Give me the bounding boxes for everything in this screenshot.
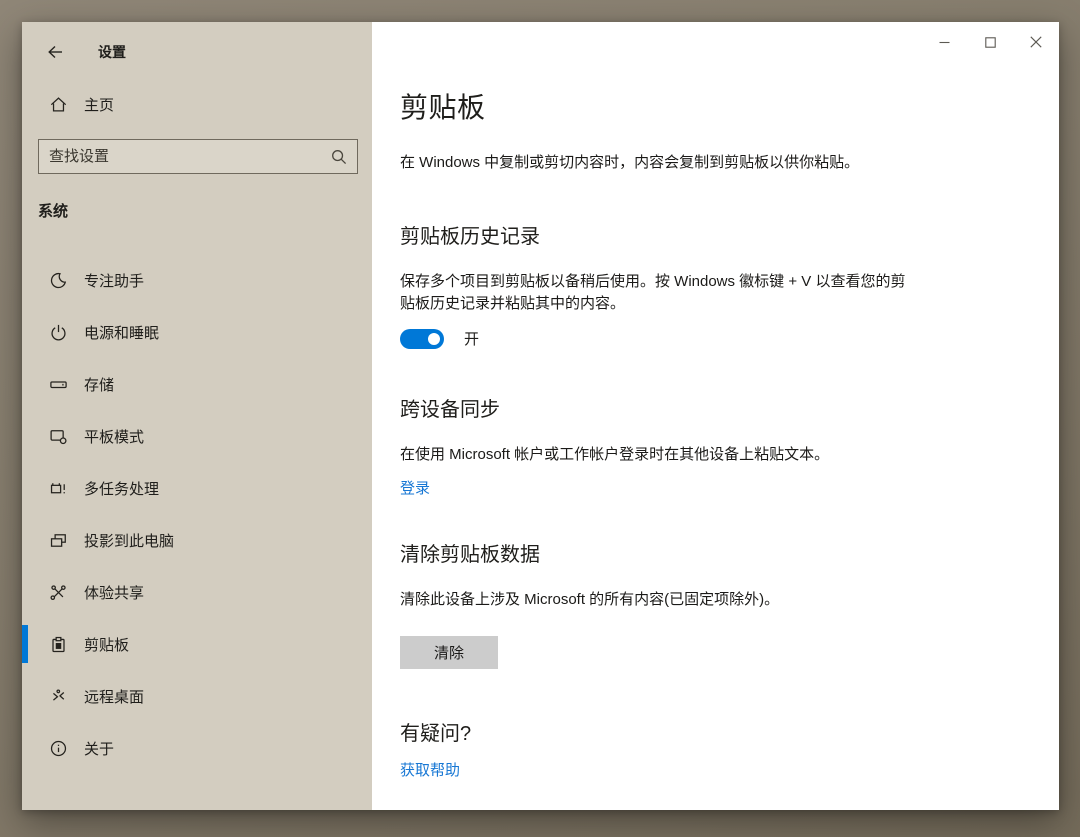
sign-in-link[interactable]: 登录 xyxy=(400,477,430,498)
sidebar-titlebar: 设置 xyxy=(22,22,372,82)
sidebar-item-label: 关于 xyxy=(84,738,114,759)
sidebar-item-shared-experiences[interactable]: 体验共享 xyxy=(22,566,372,618)
sidebar-item-label: 剪贴板 xyxy=(84,634,129,655)
toggle-knob xyxy=(428,333,440,345)
sidebar-item-label: 主页 xyxy=(84,94,114,115)
sidebar-item-label: 平板模式 xyxy=(84,426,144,447)
sidebar-item-label: 存储 xyxy=(84,374,114,395)
section-title-help: 有疑问? xyxy=(400,717,1019,746)
share-icon xyxy=(48,582,68,602)
sidebar: 设置 主页 系统 专注助手 xyxy=(22,22,372,810)
sidebar-item-power-sleep[interactable]: 电源和睡眠 xyxy=(22,306,372,358)
minimize-button[interactable] xyxy=(921,22,967,62)
sidebar-item-multitasking[interactable]: 多任务处理 xyxy=(22,462,372,514)
clipboard-icon xyxy=(48,634,68,654)
search-input[interactable] xyxy=(39,140,357,173)
sidebar-item-label: 投影到此电脑 xyxy=(84,530,174,551)
sidebar-item-clipboard[interactable]: 剪贴板 xyxy=(22,618,372,670)
maximize-icon xyxy=(985,37,996,48)
section-title-clipboard-history: 剪贴板历史记录 xyxy=(400,220,1019,249)
remote-desktop-icon xyxy=(48,686,68,706)
main-content: 剪贴板 在 Windows 中复制或剪切内容时，内容会复制到剪贴板以供你粘贴。 … xyxy=(372,22,1059,810)
clear-button[interactable]: 清除 xyxy=(400,636,498,669)
sidebar-item-label: 多任务处理 xyxy=(84,478,159,499)
sidebar-item-label: 远程桌面 xyxy=(84,686,144,707)
search-box xyxy=(38,139,358,174)
home-icon xyxy=(48,94,68,114)
page-title: 剪贴板 xyxy=(400,86,1019,126)
clipboard-history-toggle-row: 开 xyxy=(400,328,1019,349)
section-title-clear: 清除剪贴板数据 xyxy=(400,538,1019,567)
drive-icon xyxy=(48,374,68,394)
maximize-button[interactable] xyxy=(967,22,1013,62)
minimize-icon xyxy=(939,37,950,48)
sidebar-item-projecting[interactable]: 投影到此电脑 xyxy=(22,514,372,566)
toggle-state-label: 开 xyxy=(464,328,479,349)
sidebar-item-tablet-mode[interactable]: 平板模式 xyxy=(22,410,372,462)
window-controls xyxy=(921,22,1059,62)
clipboard-history-toggle[interactable] xyxy=(400,329,444,349)
sidebar-item-about[interactable]: 关于 xyxy=(22,722,372,774)
sidebar-nav: 专注助手 电源和睡眠 存储 平板模式 xyxy=(22,254,372,774)
power-icon xyxy=(48,322,68,342)
clipboard-history-description: 保存多个项目到剪贴板以备稍后使用。按 Windows 徽标键 + V 以查看您的… xyxy=(400,271,920,315)
back-button[interactable] xyxy=(40,37,70,67)
sidebar-item-label: 体验共享 xyxy=(84,582,144,603)
sidebar-item-home[interactable]: 主页 xyxy=(22,82,372,126)
close-icon xyxy=(1030,36,1042,48)
clear-description: 清除此设备上涉及 Microsoft 的所有内容(已固定项除外)。 xyxy=(400,589,920,611)
arrow-left-icon xyxy=(45,42,65,62)
sidebar-item-storage[interactable]: 存储 xyxy=(22,358,372,410)
app-title: 设置 xyxy=(98,42,126,62)
tablet-icon xyxy=(48,426,68,446)
multitask-icon xyxy=(48,478,68,498)
sidebar-item-label: 专注助手 xyxy=(84,270,144,291)
sidebar-section-header: 系统 xyxy=(22,200,372,221)
project-icon xyxy=(48,530,68,550)
section-title-sync: 跨设备同步 xyxy=(400,393,1019,422)
close-button[interactable] xyxy=(1013,22,1059,62)
sidebar-item-remote-desktop[interactable]: 远程桌面 xyxy=(22,670,372,722)
page-intro: 在 Windows 中复制或剪切内容时，内容会复制到剪贴板以供你粘贴。 xyxy=(400,152,920,174)
sidebar-item-label: 电源和睡眠 xyxy=(84,322,159,343)
get-help-link[interactable]: 获取帮助 xyxy=(400,759,460,780)
search-icon[interactable] xyxy=(330,148,348,166)
sync-description: 在使用 Microsoft 帐户或工作帐户登录时在其他设备上粘贴文本。 xyxy=(400,444,920,466)
moon-icon xyxy=(48,270,68,290)
settings-window: 设置 主页 系统 专注助手 xyxy=(22,22,1059,810)
info-icon xyxy=(48,738,68,758)
sidebar-item-focus-assist[interactable]: 专注助手 xyxy=(22,254,372,306)
